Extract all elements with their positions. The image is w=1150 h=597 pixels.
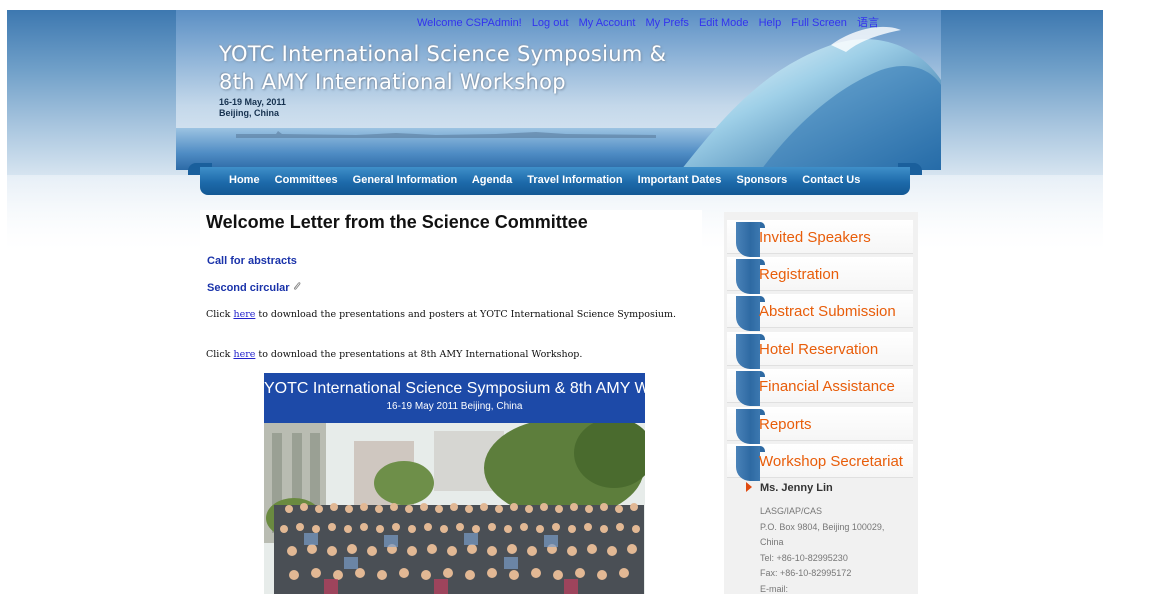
welcome-user-link[interactable]: Welcome CSPAdmin! — [417, 17, 522, 29]
my-prefs-link[interactable]: My Prefs — [646, 17, 689, 29]
nav-general-information[interactable]: General Information — [353, 174, 458, 186]
presentations-yotc-paragraph: Click here to download the presentations… — [206, 307, 702, 323]
secretariat-address: P.O. Box 9804, Beijing 100029, — [760, 520, 910, 536]
secretariat-org: LASG/IAP/CAS — [760, 504, 910, 520]
sidebar-item-label: Financial Assistance — [759, 378, 895, 395]
call-for-abstracts-link[interactable]: Call for abstracts — [207, 255, 297, 267]
sidebar-item-invited-speakers[interactable]: Invited Speakers — [727, 220, 913, 254]
sidebar-item-label: Invited Speakers — [759, 229, 871, 246]
paperclip-icon — [292, 281, 301, 290]
nav-sponsors[interactable]: Sponsors — [736, 174, 787, 186]
secretariat-tel: Tel: +86-10-82995230 — [760, 551, 910, 567]
yotc-download-link[interactable]: here — [233, 309, 255, 320]
sidebar-item-workshop-secretariat[interactable]: Workshop Secretariat — [727, 444, 913, 478]
second-circular-row: Second circular — [207, 281, 301, 294]
amy-download-link[interactable]: here — [233, 349, 255, 360]
group-photo-subtitle: 16-19 May 2011 Beijing, China — [264, 400, 645, 414]
my-account-link[interactable]: My Account — [579, 17, 636, 29]
presentations-amy-paragraph: Click here to download the presentations… — [206, 347, 702, 363]
para2-text-before: Click — [206, 349, 233, 360]
site-title-line1: YOTC International Science Symposium & — [219, 40, 666, 68]
sidebar-item-label: Registration — [759, 266, 839, 283]
sidebar-item-label: Abstract Submission — [759, 303, 896, 320]
sidebar-tab-marker — [736, 259, 760, 294]
group-photo-title: YOTC International Science Symposium & 8… — [264, 373, 645, 400]
nav-home[interactable]: Home — [229, 174, 260, 186]
secretariat-contact-name: Ms. Jenny Lin — [746, 482, 833, 494]
group-photo-scene — [264, 423, 645, 594]
sidebar-item-label: Workshop Secretariat — [759, 453, 903, 470]
arrow-right-icon — [746, 482, 752, 492]
secretariat-country: China — [760, 535, 910, 551]
sidebar-tab-marker — [736, 446, 760, 481]
para1-text-after: to download the presentations and poster… — [255, 309, 676, 320]
full-screen-link[interactable]: Full Screen — [791, 17, 847, 29]
group-photo-header: YOTC International Science Symposium & 8… — [264, 373, 645, 423]
page-title: Welcome Letter from the Science Committe… — [206, 212, 588, 233]
nav-agenda[interactable]: Agenda — [472, 174, 512, 186]
sidebar-item-hotel-reservation[interactable]: Hotel Reservation — [727, 332, 913, 366]
secretariat-name-text: Ms. Jenny Lin — [760, 482, 833, 494]
sidebar-item-label: Reports — [759, 416, 812, 433]
logout-link[interactable]: Log out — [532, 17, 569, 29]
nav-committees[interactable]: Committees — [275, 174, 338, 186]
secretariat-email: E-mail: — [760, 582, 910, 597]
event-date: 16-19 May, 2011 — [219, 97, 286, 108]
nav-travel-information[interactable]: Travel Information — [527, 174, 622, 186]
sidebar-item-abstract-submission[interactable]: Abstract Submission — [727, 294, 913, 328]
help-link[interactable]: Help — [759, 17, 782, 29]
sidebar-tab-marker — [736, 222, 760, 257]
sidebar-tab-marker — [736, 371, 760, 406]
event-date-location: 16-19 May, 2011 Beijing, China — [219, 97, 286, 119]
second-circular-link[interactable]: Second circular — [207, 282, 290, 294]
sidebar-tab-marker — [736, 296, 760, 331]
nav-important-dates[interactable]: Important Dates — [638, 174, 722, 186]
language-link[interactable]: 语言 — [857, 17, 879, 29]
sidebar-item-financial-assistance[interactable]: Financial Assistance — [727, 369, 913, 403]
para2-text-after: to download the presentations at 8th AMY… — [255, 349, 582, 360]
sidebar-item-registration[interactable]: Registration — [727, 257, 913, 291]
banner-wave-graphic — [641, 10, 941, 170]
user-links-bar: Welcome CSPAdmin! Log out My Account My … — [417, 14, 886, 30]
site-title-line2: 8th AMY International Workshop — [219, 68, 666, 96]
nav-contact-us[interactable]: Contact Us — [802, 174, 860, 186]
sidebar-item-label: Hotel Reservation — [759, 341, 878, 358]
para1-text-before: Click — [206, 309, 233, 320]
group-photo: YOTC International Science Symposium & 8… — [264, 373, 645, 594]
secretariat-fax: Fax: +86-10-82995172 — [760, 566, 910, 582]
main-nav: Home Committees General Information Agen… — [229, 174, 872, 186]
event-location: Beijing, China — [219, 108, 286, 119]
sidebar-item-reports[interactable]: Reports — [727, 407, 913, 441]
site-title: YOTC International Science Symposium & 8… — [219, 40, 666, 96]
banner-city-silhouette — [236, 128, 656, 138]
sidebar-tab-marker — [736, 409, 760, 444]
edit-mode-link[interactable]: Edit Mode — [699, 17, 749, 29]
secretariat-contact-details: LASG/IAP/CAS P.O. Box 9804, Beijing 1000… — [760, 504, 910, 597]
sidebar-tab-marker — [736, 334, 760, 369]
